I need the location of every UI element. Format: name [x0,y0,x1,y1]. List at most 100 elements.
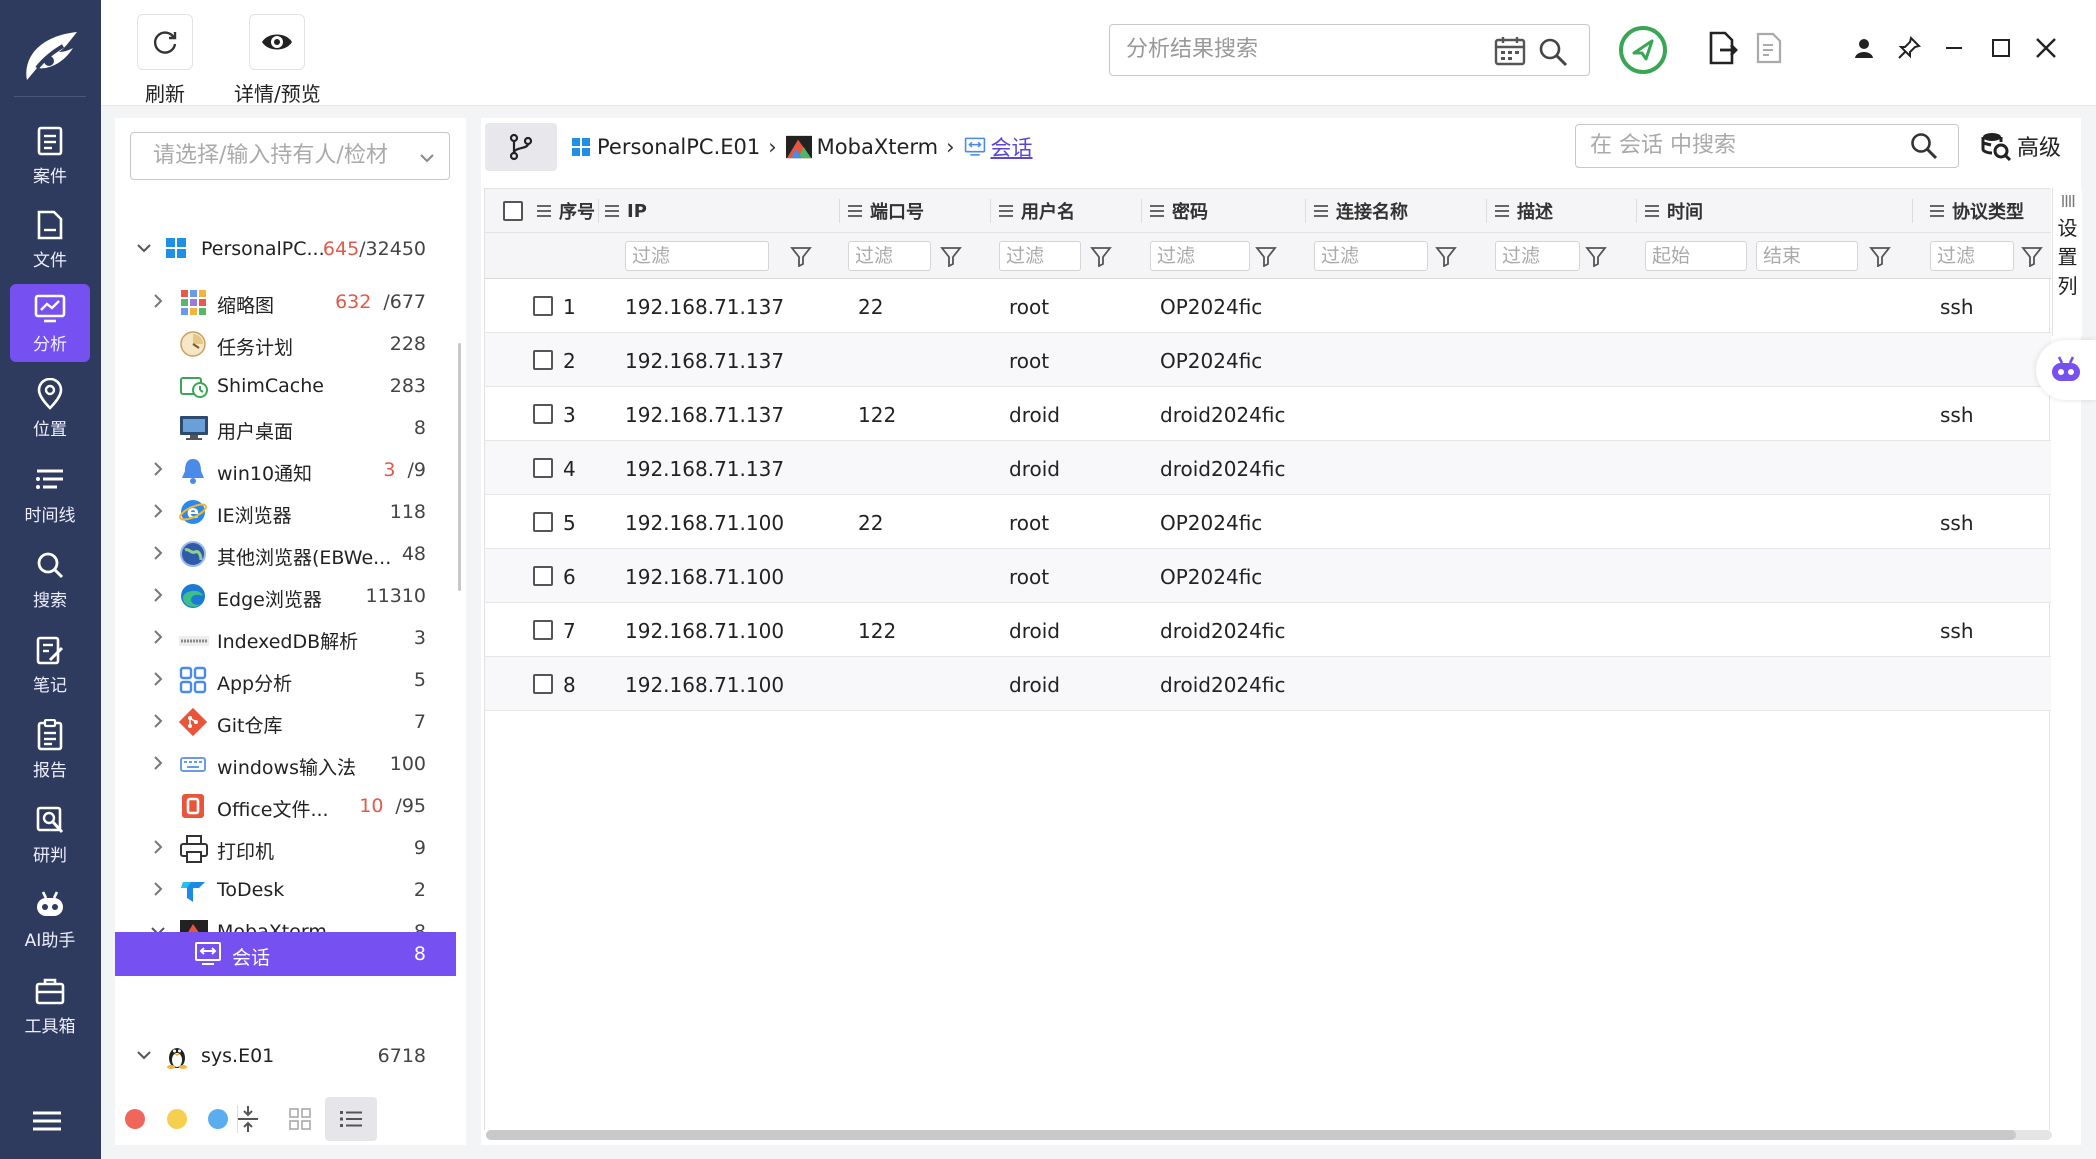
filter-icon[interactable] [2021,245,2043,268]
blue-dot-filter[interactable] [208,1109,228,1129]
chevron-right-icon[interactable] [149,712,167,730]
tree-item-git[interactable]: Git仓库 7 [115,702,456,742]
table-row[interactable]: 3 192.168.71.137 122 droid droid2024fic ssh [485,387,2051,441]
tree-item-ie-browser[interactable]: e IE浏览器 118 [115,492,456,532]
filter-time-start-input[interactable] [1645,241,1747,271]
filter-description[interactable] [1495,241,1580,271]
pin-icon[interactable] [1891,30,1927,66]
global-search-input[interactable] [1126,37,1466,62]
filter-time-start[interactable] [1645,241,1747,271]
owner-select-input[interactable] [153,143,413,168]
chevron-right-icon[interactable] [149,586,167,604]
owner-select[interactable] [130,132,450,180]
nav-item-timeline[interactable]: 时间线 [10,455,90,533]
column-settings-tab[interactable]: 设 置 列 [2052,188,2082,336]
table-row[interactable]: 4 192.168.71.137 droid droid2024fic [485,441,2051,495]
preview-button[interactable]: 详情/预览 [234,14,321,107]
chevron-right-icon[interactable] [149,670,167,688]
filter-password[interactable] [1150,241,1250,271]
filter-protocol-input[interactable] [1930,241,2014,271]
tree-item-other-browser[interactable]: 其他浏览器(EBWe... 48 [115,534,456,574]
filter-icon[interactable] [790,245,812,268]
select-all-checkbox[interactable] [503,201,523,221]
filter-ip-input[interactable] [625,241,769,271]
filter-connection-name-input[interactable] [1314,241,1428,271]
table-row[interactable]: 6 192.168.71.100 root OP2024fic [485,549,2051,603]
nav-item-analysis[interactable]: 分析 [10,284,90,362]
tree-item-win10-notification[interactable]: win10通知 3/9 [115,450,456,490]
search-icon[interactable] [1538,37,1568,72]
tree-item-task-schedule[interactable]: 任务计划 228 [115,324,456,364]
chevron-right-icon[interactable] [149,292,167,310]
chevron-right-icon[interactable] [149,460,167,478]
filter-username[interactable] [999,241,1081,271]
hamburger-menu-icon[interactable] [32,1110,68,1140]
chevron-right-icon[interactable] [149,838,167,856]
chevron-right-icon[interactable] [149,628,167,646]
search-icon[interactable] [1910,132,1938,165]
breadcrumb-item-session[interactable]: 会话 [963,132,1033,162]
nav-item-judge[interactable]: 研判 [10,795,90,873]
grid-view-icon[interactable] [289,1108,311,1135]
table-row[interactable]: 8 192.168.71.100 droid droid2024fic [485,657,2051,711]
ai-assistant-float-button[interactable] [2036,340,2096,400]
close-icon[interactable] [2028,30,2064,66]
breadcrumb-item-personalpc[interactable]: PersonalPC.E01 [571,135,760,159]
row-checkbox[interactable] [533,458,553,478]
filter-protocol[interactable] [1930,241,2014,271]
column-header-protocol[interactable]: 协议类型 [1930,189,2024,233]
row-checkbox[interactable] [533,674,553,694]
advanced-search-button[interactable]: 高级 [1981,128,2061,164]
chevron-down-icon[interactable] [135,239,153,257]
chevron-right-icon[interactable] [149,502,167,520]
yellow-dot-filter[interactable] [167,1109,187,1129]
list-view-button[interactable] [325,1097,377,1141]
tree-item-thumbnail[interactable]: 缩略图 632/677 [115,282,456,322]
session-search-input[interactable] [1590,133,1890,158]
nav-item-location[interactable]: 位置 [10,369,90,447]
tree-item-todesk[interactable]: ToDesk 2 [115,870,456,910]
row-checkbox[interactable] [533,512,553,532]
chevron-right-icon[interactable] [149,880,167,898]
filter-icon[interactable] [1255,245,1277,268]
tree-root-personalpc[interactable]: PersonalPC... 645/32450 [115,229,456,269]
filter-connection-name[interactable] [1314,241,1428,271]
tree-item-edge-browser[interactable]: Edge浏览器 11310 [115,576,456,616]
tree-item-indexeddb[interactable]: IndexedDB解析 3 [115,618,456,658]
tree-item-shimcache[interactable]: ShimCache 283 [115,366,456,406]
row-checkbox[interactable] [533,620,553,640]
branch-button[interactable] [485,123,557,171]
tree-item-windows-ime[interactable]: windows输入法 100 [115,744,456,784]
filter-icon[interactable] [940,245,962,268]
nav-item-ai-assistant[interactable]: AI助手 [10,880,90,958]
column-header-username[interactable]: 用户名 [999,189,1075,233]
user-icon[interactable] [1846,30,1882,66]
maximize-icon[interactable] [1983,30,2019,66]
table-row[interactable]: 2 192.168.71.137 root OP2024fic [485,333,2051,387]
filter-icon[interactable] [1090,245,1112,268]
scrollbar-thumb[interactable] [486,1130,2016,1140]
filter-time-end-input[interactable] [1756,241,1858,271]
filter-time-end[interactable] [1756,241,1858,271]
collapse-all-icon[interactable] [235,1105,261,1138]
row-checkbox[interactable] [533,404,553,424]
nav-item-case[interactable]: 案件 [10,116,90,194]
column-header-description[interactable]: 描述 [1495,189,1553,233]
filter-password-input[interactable] [1150,241,1250,271]
export-icon[interactable] [1705,30,1741,66]
filter-icon[interactable] [1869,245,1891,268]
column-header-ip[interactable]: IP [605,189,647,233]
nav-item-toolbox[interactable]: 工具箱 [10,966,90,1044]
row-checkbox[interactable] [533,566,553,586]
red-dot-filter[interactable] [125,1109,145,1129]
filter-ip[interactable] [625,241,769,271]
row-checkbox[interactable] [533,350,553,370]
table-row[interactable]: 7 192.168.71.100 122 droid droid2024fic ssh [485,603,2051,657]
table-horizontal-scrollbar[interactable] [486,1130,2052,1140]
filter-description-input[interactable] [1495,241,1580,271]
nav-item-file[interactable]: 文件 [10,200,90,278]
column-header-password[interactable]: 密码 [1150,189,1208,233]
row-checkbox[interactable] [533,296,553,316]
tree-item-session[interactable]: 会话 8 [115,932,456,976]
tree-item-printer[interactable]: 打印机 9 [115,828,456,868]
